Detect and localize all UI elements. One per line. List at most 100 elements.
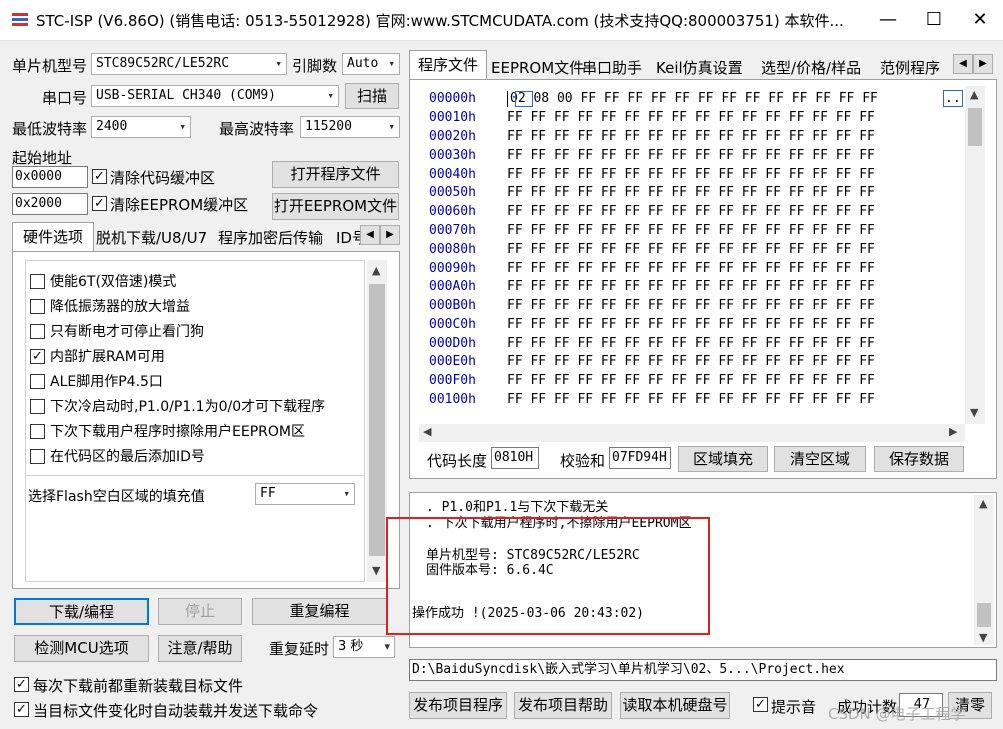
- option-checkbox-gain[interactable]: [30, 299, 45, 314]
- hex-cursor-box: [515, 91, 533, 107]
- option-label-gain: 降低振荡器的放大增益: [50, 299, 190, 315]
- open-eeprom-button[interactable]: 打开EEPROM文件: [272, 193, 399, 220]
- scroll-up-icon[interactable]: ▲: [979, 497, 987, 510]
- reload-label: 每次下载前都重新装载目标文件: [33, 677, 244, 695]
- tab-serial-assistant[interactable]: 串口助手: [582, 57, 642, 78]
- scroll-up-icon[interactable]: ▲: [970, 88, 978, 101]
- option-checkbox-erase-eeprom[interactable]: [30, 424, 45, 439]
- hex-row: 00060h FF FF FF FF FF FF FF FF FF FF FF F…: [429, 204, 875, 219]
- scroll-down-icon[interactable]: ▼: [970, 406, 978, 419]
- tab-hardware[interactable]: 硬件选项: [12, 222, 94, 252]
- scroll-thumb[interactable]: [968, 108, 982, 146]
- repeat-delay-label: 重复延时: [269, 640, 330, 658]
- scroll-down-icon[interactable]: ▼: [979, 631, 987, 644]
- option-checkbox-ale[interactable]: [30, 374, 45, 389]
- clear-code-label: 清除代码缓冲区: [110, 169, 216, 187]
- eeprom-start-addr-input[interactable]: 0x2000: [12, 193, 88, 215]
- option-checkbox-watchdog[interactable]: [30, 324, 45, 339]
- tab-offline[interactable]: 脱机下载/U8/U7: [96, 227, 207, 248]
- app-logo-icon: [10, 10, 30, 30]
- clear-eeprom-label: 清除EEPROM缓冲区: [110, 196, 249, 214]
- tab-scroll-right-icon[interactable]: ▶: [380, 225, 400, 245]
- read-disk-id-button[interactable]: 读取本机硬盘号: [620, 692, 730, 719]
- autoload-checkbox[interactable]: ✓: [14, 702, 29, 717]
- scroll-thumb[interactable]: [369, 284, 385, 556]
- tab-examples[interactable]: 范例程序: [880, 57, 940, 78]
- option-label-xram: 内部扩展RAM可用: [50, 349, 165, 365]
- fill-value-select[interactable]: FF ▾: [255, 483, 355, 505]
- chevron-down-icon: ▾: [384, 640, 390, 653]
- tab-scroll-right-icon[interactable]: ▶: [973, 54, 993, 74]
- fill-area-button[interactable]: 区域填充: [678, 446, 768, 472]
- option-checkbox-id[interactable]: [30, 449, 45, 464]
- fill-value-label: 选择Flash空白区域的填充值: [28, 489, 205, 505]
- option-label-watchdog: 只有断电才可停止看门狗: [50, 324, 204, 340]
- chevron-down-icon: ▾: [388, 57, 395, 70]
- pins-select[interactable]: Auto ▾: [342, 53, 400, 75]
- tab-program-file[interactable]: 程序文件: [409, 50, 487, 81]
- option-checkbox-xram[interactable]: ✓: [30, 349, 45, 364]
- option-label-cold-start: 下次冷启动时,P1.0/P1.1为0/0才可下载程序: [50, 399, 326, 415]
- clear-area-button[interactable]: 清空区域: [774, 446, 866, 472]
- tab-keil-sim[interactable]: Keil仿真设置: [656, 57, 743, 78]
- maximize-button[interactable]: ☐: [911, 0, 957, 40]
- option-checkbox-6t[interactable]: [30, 274, 45, 289]
- log-scrollbar[interactable]: ▲ ▼: [974, 495, 994, 645]
- hex-row: 00090h FF FF FF FF FF FF FF FF FF FF FF F…: [429, 261, 875, 276]
- autoload-label: 当目标文件变化时自动装载并发送下载命令: [33, 702, 319, 720]
- scroll-down-icon[interactable]: ▼: [372, 564, 380, 577]
- hardware-options-panel: 使能6T(双倍速)模式 降低振荡器的放大增益 只有断电才可停止看门狗 ✓ 内部扩…: [12, 251, 400, 589]
- title-bar: STC-ISP (V6.86O) (销售电话: 0513-55012928) 官…: [0, 0, 1003, 41]
- options-scrollbar[interactable]: ▲ ▼: [367, 260, 387, 582]
- download-button[interactable]: 下载/编程: [14, 598, 149, 625]
- watermark: CSDN @电子工程学: [828, 705, 966, 723]
- option-checkbox-cold-start[interactable]: [30, 399, 45, 414]
- publish-program-button[interactable]: 发布项目程序: [409, 692, 507, 719]
- tab-scroll-left-icon[interactable]: ◀: [360, 225, 380, 245]
- sound-label: 提示音: [771, 698, 817, 716]
- scroll-left-icon[interactable]: ◀: [423, 425, 431, 438]
- port-label: 串口号: [42, 89, 88, 107]
- scroll-up-icon[interactable]: ▲: [372, 264, 380, 277]
- hex-row: 000B0h FF FF FF FF FF FF FF FF FF FF FF F…: [429, 298, 875, 313]
- left-tab-strip: 硬件选项 脱机下载/U8/U7 程序加密后传输 ID号 ◀ ▶: [12, 222, 400, 252]
- reprogram-button[interactable]: 重复编程: [252, 598, 387, 625]
- detect-mcu-button[interactable]: 检测MCU选项: [14, 635, 149, 662]
- close-button[interactable]: ✕: [957, 0, 1003, 40]
- hex-row: 00040h FF FF FF FF FF FF FF FF FF FF FF F…: [429, 167, 875, 182]
- checksum-label: 校验和: [560, 452, 606, 470]
- help-button[interactable]: 注意/帮助: [158, 635, 242, 662]
- tab-eeprom-file[interactable]: EEPROM文件: [491, 57, 584, 78]
- mcu-label: 单片机型号: [12, 57, 88, 75]
- code-start-addr-input[interactable]: 0x0000: [12, 166, 88, 188]
- hex-vscrollbar[interactable]: ▲ ▼: [965, 86, 985, 424]
- checksum-value: 07FD94H: [609, 447, 671, 469]
- tab-selection-price[interactable]: 选型/价格/样品: [761, 57, 861, 78]
- tab-encrypt[interactable]: 程序加密后传输: [218, 227, 323, 248]
- clear-code-checkbox[interactable]: ✓: [92, 169, 107, 184]
- tab-scroll-left-icon[interactable]: ◀: [953, 54, 973, 74]
- stop-button[interactable]: 停止: [158, 598, 242, 625]
- save-data-button[interactable]: 保存数据: [874, 446, 964, 472]
- clear-eeprom-checkbox[interactable]: ✓: [92, 196, 107, 211]
- hex-row: 00010h FF FF FF FF FF FF FF FF FF FF FF F…: [429, 110, 875, 125]
- right-tab-strip: 程序文件 EEPROM文件 串口助手 Keil仿真设置 选型/价格/样品 范例程…: [409, 50, 997, 81]
- hex-editor[interactable]: 00000h 02 08 00 FF FF FF FF FF FF FF FF F…: [419, 86, 965, 424]
- publish-help-button[interactable]: 发布项目帮助: [514, 692, 612, 719]
- open-program-button[interactable]: 打开程序文件: [272, 161, 399, 188]
- minimize-button[interactable]: —: [865, 0, 911, 40]
- hex-row: 00030h FF FF FF FF FF FF FF FF FF FF FF F…: [429, 148, 875, 163]
- program-file-panel: 00000h 02 08 00 FF FF FF FF FF FF FF FF F…: [409, 79, 997, 479]
- min-baud-select[interactable]: 2400 ▾: [91, 116, 191, 138]
- scroll-thumb[interactable]: [977, 603, 991, 627]
- text-cursor: [507, 90, 508, 107]
- repeat-delay-select[interactable]: 3 秒 ▾: [333, 636, 395, 658]
- scan-button[interactable]: 扫描: [345, 83, 399, 109]
- max-baud-select[interactable]: 115200 ▾: [300, 116, 400, 138]
- reload-checkbox[interactable]: ✓: [14, 677, 29, 692]
- port-select[interactable]: USB-SERIAL CH340 (COM9) ▾: [91, 85, 339, 107]
- hex-hscrollbar[interactable]: ◀ ▶: [419, 424, 965, 442]
- sound-checkbox[interactable]: ✓: [753, 697, 768, 712]
- scroll-right-icon[interactable]: ▶: [949, 425, 957, 438]
- mcu-select[interactable]: STC89C52RC/LE52RC ▾: [91, 53, 287, 75]
